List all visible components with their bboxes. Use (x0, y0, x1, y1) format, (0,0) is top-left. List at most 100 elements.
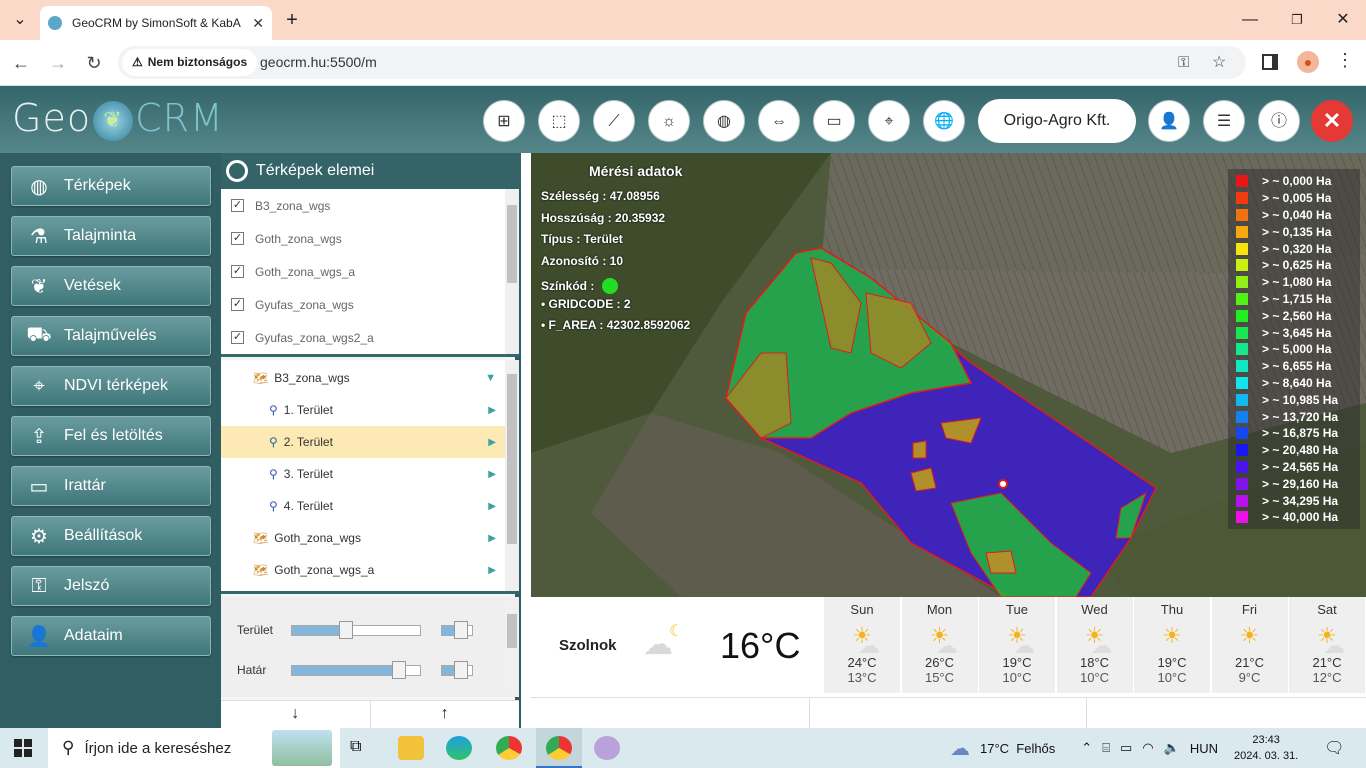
layer-checkbox-item[interactable]: ✓ Gyufas_zona_wgs (231, 288, 354, 321)
network-icon[interactable]: ⌸ (1102, 740, 1110, 756)
caret-down-icon[interactable]: ▼ (485, 372, 496, 384)
sidebar-item-talajminta[interactable]: ⚗ Talajminta (11, 216, 211, 256)
tree-item[interactable]: ⚲ 3. Terület ▶ (221, 458, 506, 490)
menu-kebab-icon[interactable]: ⋮ (1336, 50, 1354, 71)
caret-right-icon[interactable]: ▶ (488, 469, 496, 480)
comment-tool-button[interactable]: ▭ (813, 100, 855, 142)
checkbox-icon[interactable]: ✓ (231, 331, 244, 344)
target-tool-button[interactable]: ⌖ (868, 100, 910, 142)
reload-icon[interactable]: ↻ (79, 48, 109, 78)
sidebar-item-beallitasok[interactable]: ⚙ Beállítások (11, 516, 211, 556)
tree-scrollbar[interactable] (505, 360, 519, 591)
caret-right-icon[interactable]: ▶ (488, 437, 496, 448)
chrome-icon[interactable] (496, 736, 522, 760)
tree-item-selected[interactable]: ⚲ 2. Terület ▶ (221, 426, 506, 458)
world-tool-button[interactable]: 🌐 (923, 100, 965, 142)
sidebar-item-upload[interactable]: ⇪ Fel és letöltés (11, 416, 211, 456)
slider-knob[interactable] (454, 621, 468, 639)
tree-group[interactable]: 🗺 Goth_zona_wgs ▶ (221, 522, 506, 554)
layer-checkbox-item[interactable]: ✓ Goth_zona_wgs_a (231, 255, 355, 288)
file-explorer-icon[interactable] (398, 736, 424, 760)
window-close-button[interactable]: ✕ (1333, 0, 1353, 40)
caret-right-icon[interactable]: ▶ (488, 533, 496, 544)
weather-tool-button[interactable]: ☼ (648, 100, 690, 142)
taskbar-search[interactable]: ⚲ Írjon ide a kereséshez (48, 728, 340, 768)
tab-search-chevron-icon[interactable]: ⌄ (8, 0, 32, 40)
sidebar-item-jelszo[interactable]: ⚿ Jelszó (11, 566, 211, 606)
windows-start-icon[interactable] (14, 739, 32, 757)
map-view[interactable]: Mérési adatok Szélesség : 47.08956 Hossz… (531, 153, 1366, 597)
border-opacity-slider[interactable] (291, 661, 421, 679)
address-bar[interactable]: ⚠ Nem biztonságos geocrm.hu:5500/m ⚿ ☆ (118, 46, 1246, 79)
minimize-button[interactable]: — (1240, 0, 1260, 40)
paint-icon[interactable] (594, 736, 620, 760)
profile-avatar[interactable]: ● (1297, 51, 1319, 73)
back-icon[interactable]: ← (6, 48, 36, 78)
wifi-icon[interactable]: ◠ (1142, 740, 1153, 756)
checklist-scrollbar[interactable] (505, 189, 519, 354)
map-marker-icon[interactable] (998, 479, 1008, 489)
tree-item[interactable]: ⚲ 4. Terület ▶ (221, 490, 506, 522)
battery-icon[interactable]: ▭ (1120, 740, 1132, 756)
sidebar-item-talajmuveles[interactable]: ⛟ Talajművelés (11, 316, 211, 356)
speaker-muted-icon[interactable]: 🔈 (1164, 740, 1180, 756)
area-opacity-slider[interactable] (291, 621, 421, 639)
slider-scrollbar[interactable] (505, 600, 519, 694)
notifications-icon[interactable]: 🗨 (1324, 738, 1344, 758)
close-tab-icon[interactable]: ✕ (252, 15, 264, 32)
checkbox-icon[interactable]: ✓ (231, 298, 244, 311)
arrow-down-button[interactable]: ↓ (221, 701, 371, 728)
slider-knob[interactable] (454, 661, 468, 679)
layer-checkbox-item[interactable]: ✓ Goth_zona_wgs (231, 222, 342, 255)
arrow-up-button[interactable]: ↑ (371, 701, 520, 728)
caret-right-icon[interactable]: ▶ (488, 565, 496, 576)
measure-tool-button[interactable]: ⟋ (593, 100, 635, 142)
sidebar-item-vetesek[interactable]: ❦ Vetések (11, 266, 211, 306)
polygon-tool-button[interactable]: ⬚ (538, 100, 580, 142)
slider-knob[interactable] (392, 661, 406, 679)
zone-polygon-small[interactable] (912, 440, 927, 459)
layers-button[interactable]: ☰ (1203, 100, 1245, 142)
caret-right-icon[interactable]: ▶ (488, 405, 496, 416)
task-view-icon[interactable]: ⧉ (350, 738, 361, 756)
key-icon[interactable]: ⚿ (1178, 46, 1189, 79)
area-line-slider[interactable] (441, 621, 473, 639)
checkbox-icon[interactable]: ✓ (231, 232, 244, 245)
layer-checkbox-item[interactable]: ✓ Gyufas_zona_wgs2_a (231, 321, 374, 354)
close-app-button[interactable]: ✕ (1311, 100, 1353, 142)
url-text[interactable]: geocrm.hu:5500/m (260, 46, 377, 79)
restore-button[interactable]: ❐ (1287, 0, 1307, 40)
clock[interactable]: 23:43 2024. 03. 31. (1234, 732, 1298, 764)
language-indicator[interactable]: HUN (1190, 741, 1218, 756)
tree-group[interactable]: 🗺 Goth_zona_wgs_a ▶ (221, 554, 506, 586)
layer-checkbox-item[interactable]: ✓ B3_zona_wgs (231, 189, 330, 222)
side-panel-icon[interactable] (1262, 54, 1278, 70)
chevron-up-icon[interactable]: ⌃ (1081, 740, 1092, 756)
tree-group[interactable]: 🗺 B3_zona_wgs ▼ (221, 362, 506, 394)
sidebar-item-ndvi[interactable]: ⌖ NDVI térképek (11, 366, 211, 406)
zone-polygon-small[interactable] (985, 550, 1017, 574)
user-button[interactable]: 👤 (1148, 100, 1190, 142)
caret-right-icon[interactable]: ▶ (488, 501, 496, 512)
new-tab-button[interactable]: + (280, 0, 304, 40)
grid-tool-button[interactable]: ⊞ (483, 100, 525, 142)
globe-tool-button[interactable]: ◍ (703, 100, 745, 142)
checkbox-icon[interactable]: ✓ (231, 199, 244, 212)
security-chip[interactable]: ⚠ Nem biztonságos (122, 49, 258, 76)
browser-tab[interactable]: GeoCRM by SimonSoft & KabA ✕ (40, 6, 272, 40)
slider-knob[interactable] (339, 621, 353, 639)
info-button[interactable]: ⓘ (1258, 100, 1300, 142)
chrome-active-taskbar-item[interactable] (536, 728, 582, 768)
tree-item[interactable]: ⚲ 1. Terület ▶ (221, 394, 506, 426)
tray-weather[interactable]: 17°C Felhős (980, 741, 1055, 756)
star-icon[interactable]: ☆ (1212, 46, 1226, 79)
resize-tool-button[interactable]: ⇔ (758, 100, 800, 142)
edge-icon[interactable] (446, 736, 472, 760)
forward-icon[interactable]: → (43, 48, 73, 78)
sidebar-item-irattar[interactable]: ▭ Irattár (11, 466, 211, 506)
border-line-slider[interactable] (441, 661, 473, 679)
sidebar-item-terkepek[interactable]: ◍ Térképek (11, 166, 211, 206)
company-selector[interactable]: Origo-Agro Kft. (978, 99, 1136, 143)
checkbox-icon[interactable]: ✓ (231, 265, 244, 278)
sidebar-item-adataim[interactable]: 👤 Adataim (11, 616, 211, 656)
